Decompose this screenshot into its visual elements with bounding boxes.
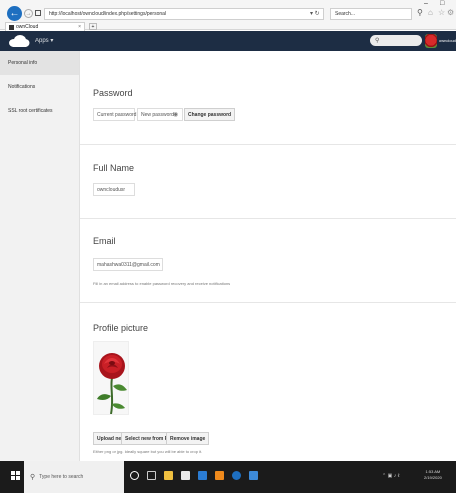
taskbar-search-input[interactable]: ⚲ Type here to search	[24, 461, 124, 493]
close-icon[interactable]: ×	[78, 24, 81, 30]
full-name-field[interactable]: owncloudusr	[93, 183, 135, 196]
sidebar-item-ssl-root-certificates[interactable]: SSL root certificates	[0, 99, 79, 123]
favorites-star-icon[interactable]: ☆	[438, 8, 445, 17]
task-view-icon[interactable]	[147, 471, 156, 480]
section-divider	[80, 218, 456, 219]
tab-title: ownCloud	[16, 24, 39, 30]
section-divider	[80, 144, 456, 145]
sidebar-item-personal-info[interactable]: Personal info	[0, 51, 79, 75]
maximize-icon[interactable]: □	[440, 0, 444, 7]
system-clock[interactable]: 1:53 AM 2/19/2020	[424, 469, 442, 481]
profile-picture-image	[93, 341, 129, 415]
page-icon	[35, 10, 41, 16]
owncloud-favicon-icon	[9, 24, 14, 30]
new-tab-button[interactable]: +	[89, 23, 97, 30]
windows-start-icon[interactable]	[11, 471, 21, 481]
edge-icon[interactable]	[249, 471, 258, 480]
cortana-icon[interactable]	[130, 471, 139, 480]
search-icon[interactable]: ⚲	[417, 8, 423, 17]
word-icon[interactable]	[198, 471, 207, 480]
browser-toolbar: ← → http://localhost/owncloud/index.php/…	[0, 0, 456, 31]
clock-date: 2/19/2020	[424, 475, 442, 480]
email-hint: Fill in an email address to enable passw…	[93, 281, 231, 286]
section-divider	[80, 302, 456, 303]
file-explorer-icon[interactable]	[164, 471, 173, 480]
full-name-section-title: Full Name	[93, 163, 135, 173]
system-tray[interactable]: ⌃ ▣ ♪ ℓ	[382, 473, 399, 479]
gear-icon[interactable]: ⚙	[447, 8, 454, 17]
internet-explorer-icon[interactable]	[232, 471, 241, 480]
sidebar-item-notifications[interactable]: Notifications	[0, 75, 79, 99]
taskbar-search-placeholder: Type here to search	[39, 474, 84, 480]
profile-picture-hint: Either png or jpg. Ideally square but yo…	[93, 449, 203, 454]
current-password-field[interactable]: Current password	[93, 108, 136, 121]
email-field[interactable]: mahashwa0311@gmail.com	[93, 258, 163, 271]
password-section-title: Password	[93, 88, 133, 98]
profile-picture-section-title: Profile picture	[93, 323, 149, 333]
windows-taskbar: ⚲ Type here to search ⌃ ▣ ♪ ℓ 1:53 AM 2/…	[0, 461, 456, 493]
browser-tab[interactable]: ownCloud ×	[5, 22, 85, 31]
app-search-input[interactable]: ⚲	[370, 35, 422, 46]
back-button[interactable]: ←	[7, 6, 22, 21]
refresh-icon[interactable]: ▾ ↻	[310, 10, 320, 17]
browser-search-input[interactable]: Search...	[330, 8, 412, 20]
minimize-icon[interactable]: –	[424, 0, 428, 7]
home-icon[interactable]: ⌂	[428, 8, 433, 17]
avatar[interactable]	[425, 34, 437, 48]
search-icon: ⚲	[375, 38, 380, 44]
owncloud-logo-icon[interactable]	[8, 34, 30, 48]
user-menu[interactable]: owncloudusr	[439, 38, 456, 43]
email-section-title: Email	[93, 236, 116, 246]
forward-button[interactable]: →	[24, 9, 33, 18]
settings-sidebar: Personal info Notifications SSL root cer…	[0, 51, 80, 461]
settings-main: Password Current password New password ◉…	[80, 51, 456, 461]
store-icon[interactable]	[181, 471, 190, 480]
app-icon[interactable]	[215, 471, 224, 480]
remove-image-button[interactable]: Remove image	[166, 432, 210, 445]
app-header: Apps ▾ ⚲ owncloudusr	[0, 31, 456, 51]
search-icon: ⚲	[30, 474, 36, 481]
show-password-eye-icon[interactable]: ◉	[173, 111, 178, 118]
address-bar[interactable]: http://localhost/owncloud/index.php/sett…	[44, 8, 324, 20]
change-password-button[interactable]: Change password	[184, 108, 236, 121]
apps-menu[interactable]: Apps ▾	[35, 37, 53, 44]
